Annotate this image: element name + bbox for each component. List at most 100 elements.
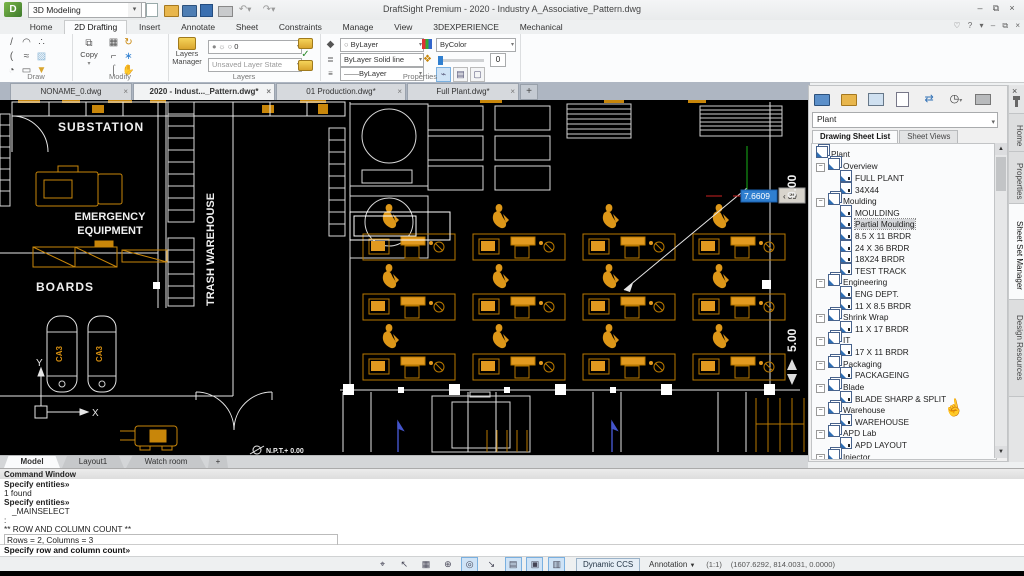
pattern-tool-icon[interactable]: ▦ [106,36,121,50]
open-sheet-set-icon[interactable] [811,89,833,109]
point-tool-icon[interactable]: ∴ [34,36,49,50]
collapse-icon[interactable]: − [816,407,825,416]
tree-item[interactable]: 11 X 17 BRDR [840,321,909,332]
command-history[interactable]: Specify entities» 1 found Specify entiti… [0,479,1024,545]
tree-item[interactable]: WAREHOUSE [840,414,909,425]
sheet-set-combo[interactable]: Plant▾ [812,112,998,128]
minimize-button[interactable]: – [972,2,988,15]
line-color-combo[interactable]: ○ ByLayer▾ [340,38,424,52]
close-tab-icon[interactable]: × [123,84,128,99]
collapse-icon[interactable]: − [816,279,825,288]
tree-item[interactable]: 18X24 BRDR [840,251,905,262]
doc-tab-full-plant[interactable]: Full Plant.dwg*× [407,83,519,101]
tab-insert[interactable]: Insert [130,21,169,34]
hatch-tool-icon[interactable]: ▨ [34,50,49,64]
tab-2d-drafting[interactable]: 2D Drafting [64,20,127,35]
layer-display-combo[interactable]: ● ☼ ○ 0▾ [208,40,302,54]
line-pattern-combo[interactable]: ByLayer Solid line▾ [340,53,424,67]
tab-annotate[interactable]: Annotate [172,21,224,34]
color-mode-combo[interactable]: ByColor▾ [436,38,516,52]
tree-item[interactable]: −Shrink Wrap [816,309,889,320]
collapse-icon[interactable]: − [816,430,825,439]
layer-confirm-icon[interactable]: ✓ [298,49,313,60]
collapse-icon[interactable]: − [816,314,825,323]
close-tab-icon[interactable]: × [397,84,402,99]
help-icon[interactable]: ? [968,21,972,30]
tab-drawing-sheet-list[interactable]: Drawing Sheet List [812,130,898,143]
tab-layout1[interactable]: Layout1 [62,456,124,468]
collapse-icon[interactable]: − [816,163,825,172]
dynamic-input-icon[interactable]: ▣ [526,557,543,572]
annotation-monitor-icon[interactable]: ▥ [548,557,565,572]
layers-manager-button[interactable]: LayersManager [171,37,203,66]
new-tab-button[interactable]: + [520,84,538,100]
line-tool-icon[interactable]: / [4,36,19,50]
close-tab-icon[interactable]: × [266,84,271,99]
doc-restore-button[interactable]: ⧉ [1002,21,1008,30]
command-prompt[interactable]: Specify row and column count» [0,545,1024,556]
tab-sheet[interactable]: Sheet [227,21,267,34]
new-sheet-set-icon[interactable] [838,89,860,109]
add-layout-button[interactable]: + [208,456,228,468]
tree-item[interactable]: −Warehouse [816,402,885,413]
panel-close-icon[interactable]: × [1012,86,1017,96]
refresh-icon[interactable]: ⇄ [918,89,940,109]
tab-watch-room[interactable]: Watch room [126,456,206,468]
print-icon[interactable] [972,89,994,109]
layer-new-icon[interactable] [298,38,313,49]
tree-item[interactable]: FULL PLANT [840,170,904,181]
tree-item[interactable]: PACKAGEING [840,367,909,378]
side-tab-properties[interactable]: Properties [1009,151,1024,211]
tree-item[interactable]: 8.5 X 11 BRDR [840,228,911,239]
scroll-down-icon[interactable]: ▼ [995,446,1007,458]
doc-tab-pattern[interactable]: 2020 - Indust..._Pattern.dwg*× [133,83,275,101]
tab-home[interactable]: Home [21,21,62,34]
layer-state-combo[interactable]: Unsaved Layer State▾ [208,58,302,72]
collapse-icon[interactable]: − [816,198,825,207]
preview-icon[interactable] [891,89,913,109]
restore-button[interactable]: ⧉ [988,2,1004,15]
snap-track-icon[interactable]: ↖ [396,557,413,572]
tree-item[interactable]: −Overview [816,158,878,169]
polar-icon[interactable]: ◎ [461,557,478,572]
image-view-icon[interactable] [865,89,887,109]
tree-item[interactable]: 17 X 11 BRDR [840,344,909,355]
grid-icon[interactable]: ▦ [418,557,435,572]
tree-item[interactable]: 11 X 8.5 BRDR [840,298,911,309]
arc-tool-icon[interactable]: ( [4,50,19,64]
doc-tab-production[interactable]: 01 Production.dwg*× [276,83,406,101]
tree-item[interactable]: 24 X 36 BRDR [840,240,909,251]
side-tab-sheet-set-manager[interactable]: Sheet Set Manager [1009,203,1024,307]
doc-tab-noname[interactable]: NONAME_0.dwg× [10,83,132,101]
tree-item[interactable]: Plant [816,146,850,157]
side-tab-design-resources[interactable]: Design Resources [1009,299,1024,397]
annotation-scale-dropdown[interactable]: Annotation ▼ [649,560,695,569]
tree-item[interactable]: −IT [816,332,850,343]
polyline-tool-icon[interactable]: ◠ [19,36,34,50]
tree-item[interactable]: APD LAYOUT [840,437,907,448]
scroll-up-icon[interactable]: ▲ [995,143,1007,155]
scroll-thumb[interactable] [996,157,1006,191]
collapse-icon[interactable]: − [816,337,825,346]
entity-snap-icon[interactable]: ⌖ [374,557,391,572]
feedback-icon[interactable]: ♡ [953,21,960,30]
layer-previous-icon[interactable] [298,60,313,71]
tab-sheet-views[interactable]: Sheet Views [899,130,958,143]
tree-item[interactable]: TEST TRACK [840,263,906,274]
tree-item[interactable]: −Injector [816,449,870,460]
offset-tool-icon[interactable]: ∗ [121,50,136,64]
transparency-slider[interactable] [438,59,484,62]
mirror-tool-icon[interactable]: ⌐ [106,50,121,64]
spline-tool-icon[interactable]: ≈ [19,50,34,64]
entity-track-icon[interactable]: ↘ [483,557,500,572]
history-icon[interactable]: ◷▾ [945,89,967,109]
tab-3dexperience[interactable]: 3DEXPERIENCE [424,21,508,34]
tab-constraints[interactable]: Constraints [270,21,331,34]
collapse-icon[interactable]: − [816,361,825,370]
tree-item[interactable]: ENG DEPT. [840,286,899,297]
collapse-icon[interactable]: − [816,384,825,393]
command-window-header[interactable]: Command Window [0,468,1024,479]
tab-manage[interactable]: Manage [334,21,383,34]
tree-item[interactable]: −Blade [816,379,864,390]
collapse-icon[interactable]: − [816,454,825,460]
